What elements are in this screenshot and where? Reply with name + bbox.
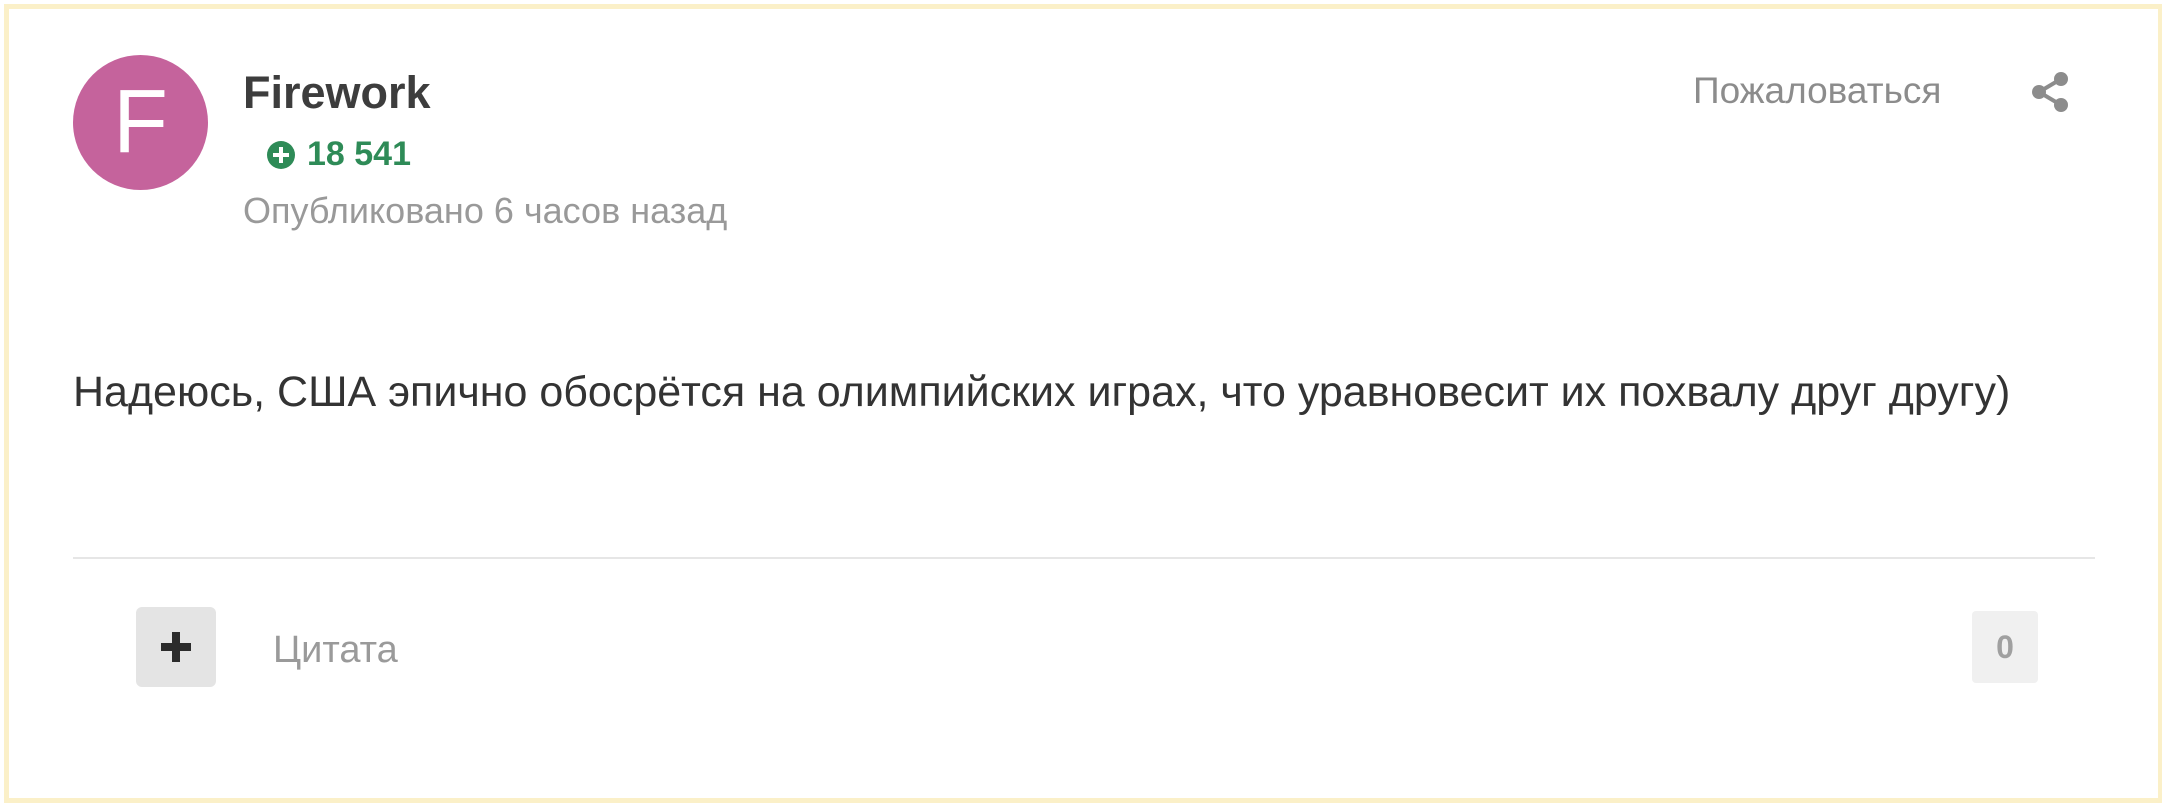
reputation-value: 18 541 <box>307 135 411 173</box>
report-button[interactable]: Пожаловаться <box>1693 70 1941 112</box>
plus-circle-icon <box>267 140 295 169</box>
avatar[interactable]: F <box>73 55 208 190</box>
avatar-letter: F <box>113 72 168 172</box>
forum-post: F Firework 18 541 Опубликовано 6 часов н… <box>4 4 2162 803</box>
plus-button[interactable] <box>136 607 216 687</box>
quote-button[interactable]: Цитата <box>273 629 398 672</box>
post-body: Надеюсь, США эпично обосрётся на олимпий… <box>73 368 2011 416</box>
reputation-badge: 18 541 <box>267 135 411 174</box>
divider <box>73 557 2095 559</box>
author-name[interactable]: Firework <box>243 67 431 119</box>
reaction-count[interactable]: 0 <box>1972 611 2038 683</box>
share-icon[interactable] <box>2029 71 2071 113</box>
post-date: Опубликовано 6 часов назад <box>243 190 728 231</box>
